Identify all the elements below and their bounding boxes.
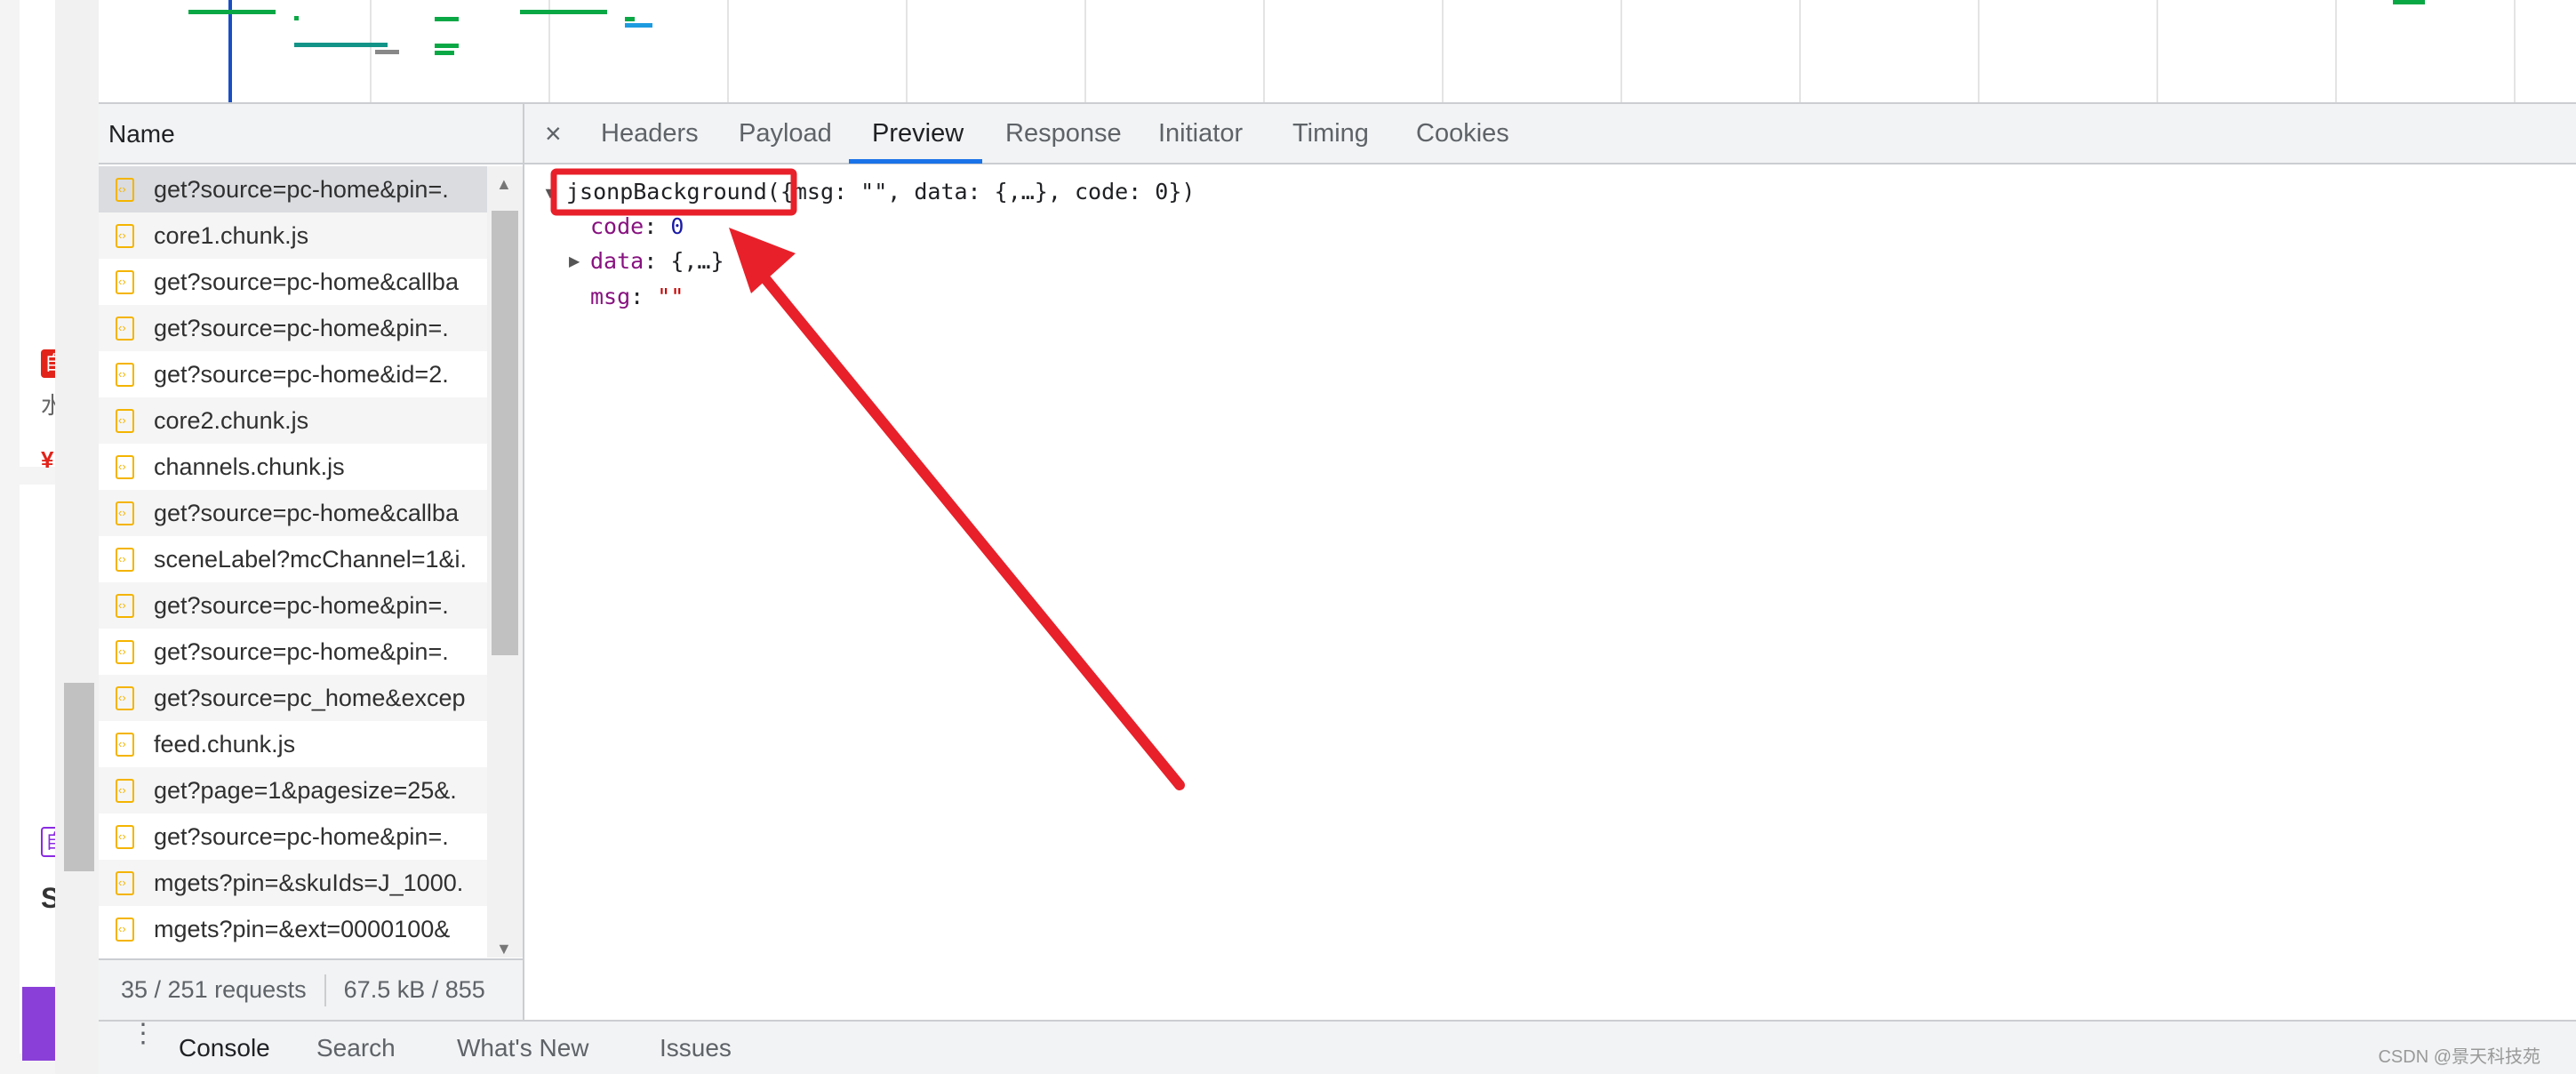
annotation-arrow-icon [729, 228, 1185, 790]
highlight-box [550, 168, 797, 216]
more-menu-icon[interactable]: ⋮ [130, 1021, 156, 1047]
drawer-tab-whats-new[interactable]: What's New [457, 1022, 589, 1074]
annotation-overlay [550, 168, 1185, 790]
drawer-tab-issues[interactable]: Issues [660, 1022, 732, 1074]
drawer-tab-search[interactable]: Search [316, 1022, 396, 1074]
drawer-tab-bar: ⋮ Console Search What's New Issues [99, 1020, 2576, 1074]
watermark: CSDN @景天科技苑 [2378, 1047, 2540, 1067]
drawer-tab-console[interactable]: Console [179, 1022, 270, 1074]
